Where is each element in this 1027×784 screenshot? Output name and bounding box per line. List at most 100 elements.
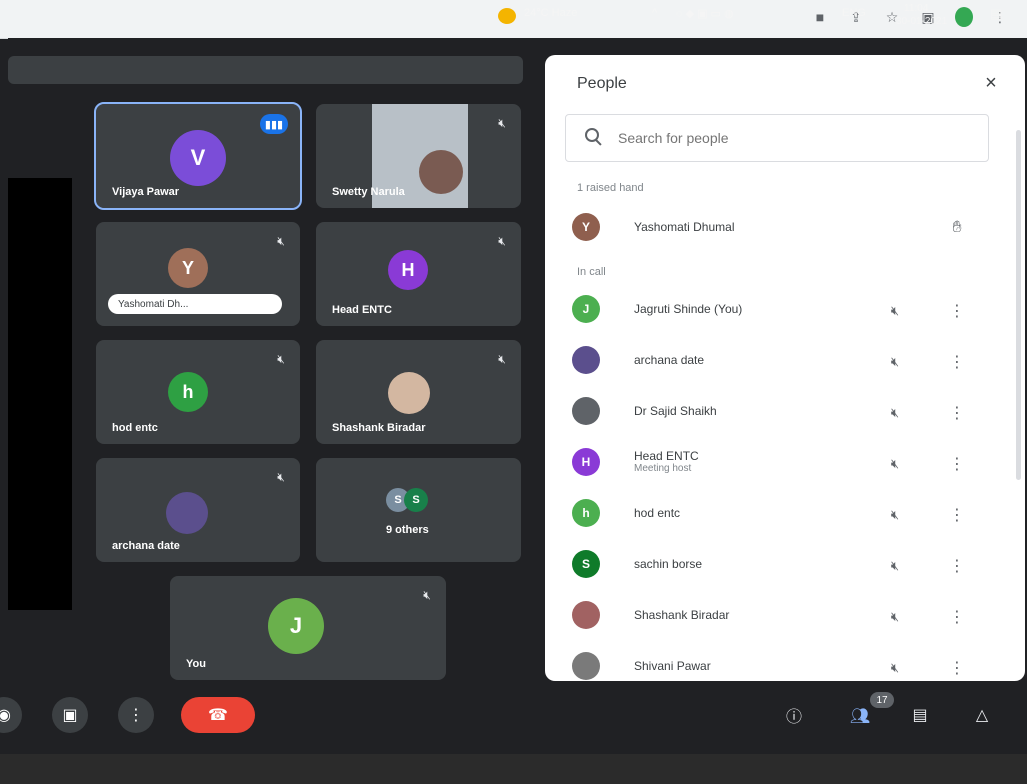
participant-role: Meeting host bbox=[634, 463, 692, 474]
raised-hand-name: Yashomati Dh... bbox=[108, 294, 282, 314]
participant-name: Shashank Biradar bbox=[332, 422, 426, 434]
more-options-icon[interactable]: ⋮ bbox=[949, 504, 965, 526]
activities-icon[interactable]: △ bbox=[970, 705, 994, 725]
participant-name: hod entc bbox=[112, 422, 158, 434]
people-count-badge: 17 bbox=[870, 692, 894, 708]
participant-row[interactable]: H Head ENTC Meeting host 🔇︎ ⋮ bbox=[569, 438, 1009, 490]
self-avatar: J bbox=[268, 598, 324, 654]
mic-off-icon: 🔇︎ bbox=[890, 456, 900, 471]
more-options-icon[interactable]: ⋮ bbox=[949, 351, 965, 373]
mic-off-icon: 🔇︎ bbox=[890, 507, 900, 522]
participant-row[interactable]: Y Yashomati Dhumal ✋︎ bbox=[569, 203, 1009, 255]
self-name: You bbox=[186, 658, 206, 670]
participant-row[interactable]: J Jagruti Shinde (You) 🔇︎ ⋮ bbox=[569, 285, 1009, 337]
language-indicator[interactable]: ENG bbox=[842, 7, 866, 19]
raised-hand-label: 1 raised hand bbox=[577, 182, 644, 194]
panel-title: People bbox=[577, 75, 627, 92]
more-options-icon[interactable]: ⋮ bbox=[949, 453, 965, 475]
participant-name: Yashomati Dhumal bbox=[634, 220, 735, 234]
participant-tile[interactable]: 🔇︎ archana date bbox=[96, 458, 300, 562]
participant-avatar: h bbox=[168, 372, 208, 412]
mic-off-icon: 🔇︎ bbox=[277, 351, 285, 366]
participant-avatar bbox=[572, 346, 600, 374]
system-tray-icons: ◌ ◆ ▣ ▭ ◍ bbox=[676, 8, 734, 20]
participant-name: Swetty Narula bbox=[332, 186, 405, 198]
participant-avatar bbox=[572, 397, 600, 425]
participant-name: hod entc bbox=[634, 506, 681, 520]
more-options-button[interactable]: ⋮ bbox=[118, 697, 154, 733]
participant-row[interactable]: Shashank Biradar 🔇︎ ⋮ bbox=[569, 591, 1009, 643]
participant-name: sachin borse bbox=[634, 557, 703, 571]
participant-name: Vijaya Pawar bbox=[112, 186, 180, 198]
profile-icon[interactable] bbox=[955, 7, 973, 27]
participant-tile[interactable]: 🔇︎ Swetty Narula bbox=[316, 104, 521, 208]
camera-icon[interactable]: ■ bbox=[811, 8, 829, 26]
participant-row[interactable]: Shivani Pawar 🔇︎ ⋮ bbox=[569, 642, 1009, 681]
participant-avatar bbox=[572, 652, 600, 680]
presentation-view bbox=[8, 178, 72, 610]
taskbar bbox=[0, 754, 1027, 784]
more-options-icon[interactable]: ⋮ bbox=[949, 555, 965, 577]
mic-off-icon: 🔇︎ bbox=[498, 115, 506, 130]
more-options-icon[interactable]: ⋮ bbox=[949, 402, 965, 424]
participant-avatar: h bbox=[572, 499, 600, 527]
participant-avatar: H bbox=[388, 250, 428, 290]
notifications-icon[interactable]: ▤ bbox=[990, 6, 1002, 22]
participant-name: Shivani Pawar bbox=[634, 659, 711, 673]
mic-off-icon: 🔇︎ bbox=[890, 405, 900, 420]
participant-avatar: V bbox=[170, 130, 226, 186]
more-options-icon[interactable]: ⋮ bbox=[949, 606, 965, 628]
participant-tile[interactable]: H 🔇︎ Head ENTC bbox=[316, 222, 521, 326]
info-icon[interactable]: ⓘ bbox=[784, 705, 804, 726]
profile-avatar bbox=[955, 7, 973, 27]
participant-name: Jagruti Shinde (You) bbox=[634, 302, 743, 316]
chat-icon[interactable]: ▤ bbox=[908, 705, 932, 725]
others-tile[interactable]: S S 9 others bbox=[316, 458, 521, 562]
participant-row[interactable]: Dr Sajid Shaikh 🔇︎ ⋮ bbox=[569, 387, 1009, 439]
leave-call-button[interactable]: ☎ bbox=[181, 697, 255, 733]
participant-tile[interactable]: V ▮▮▮ Vijaya Pawar bbox=[94, 102, 302, 210]
participant-name: Shashank Biradar bbox=[634, 608, 730, 622]
participant-name: archana date bbox=[634, 353, 705, 367]
participant-row[interactable]: h hod entc 🔇︎ ⋮ bbox=[569, 489, 1009, 541]
search-input[interactable] bbox=[616, 129, 960, 147]
participant-name: Dr Sajid Shaikh bbox=[634, 404, 717, 418]
top-strip bbox=[8, 56, 523, 84]
weather-icon bbox=[498, 8, 516, 24]
people-icon[interactable]: 👥︎ bbox=[848, 706, 872, 726]
self-tile[interactable]: J 🔇︎ You bbox=[170, 576, 446, 680]
mic-off-icon: 🔇︎ bbox=[277, 469, 285, 484]
mic-off-icon: 🔇︎ bbox=[890, 558, 900, 573]
participant-name: archana date bbox=[112, 540, 180, 552]
participant-tile[interactable]: h 🔇︎ hod entc bbox=[96, 340, 300, 444]
in-call-label: In call bbox=[577, 266, 606, 278]
search-icon bbox=[584, 127, 606, 149]
participant-name: Head ENTC bbox=[332, 304, 392, 316]
participant-photo bbox=[166, 492, 208, 534]
participant-row[interactable]: S sachin borse 🔇︎ ⋮ bbox=[569, 540, 1009, 592]
close-icon[interactable]: × bbox=[979, 71, 1003, 95]
participant-avatar: S bbox=[572, 550, 600, 578]
more-options-icon[interactable]: ⋮ bbox=[949, 300, 965, 322]
clock-date: 30-01-2021 bbox=[896, 16, 948, 27]
people-panel: People × 1 raised hand Y Yashomati Dhuma… bbox=[545, 55, 1025, 681]
raised-hand-icon[interactable]: ✋︎ bbox=[946, 217, 968, 239]
search-box[interactable] bbox=[565, 114, 989, 162]
present-button[interactable]: ▣ bbox=[52, 697, 88, 733]
speaking-icon: ▮▮▮ bbox=[260, 114, 288, 134]
participant-row[interactable]: archana date 🔇︎ ⋮ bbox=[569, 336, 1009, 388]
participant-tile[interactable]: Y 🔇︎ Yashomati Dh... bbox=[96, 222, 300, 326]
chevron-up-icon[interactable]: ^ bbox=[652, 7, 657, 19]
mic-off-icon: 🔇︎ bbox=[890, 660, 900, 675]
others-avatar: S bbox=[404, 488, 428, 512]
scrollbar[interactable] bbox=[1016, 130, 1021, 480]
mic-off-icon: 🔇︎ bbox=[890, 354, 900, 369]
mic-off-icon: 🔇︎ bbox=[498, 233, 506, 248]
mic-off-icon: 🔇︎ bbox=[890, 303, 900, 318]
participant-tile[interactable]: 🔇︎ Shashank Biradar bbox=[316, 340, 521, 444]
participant-avatar: Y bbox=[572, 213, 600, 241]
mic-off-icon: 🔇︎ bbox=[423, 587, 431, 602]
participant-avatar: H bbox=[572, 448, 600, 476]
more-options-icon[interactable]: ⋮ bbox=[949, 657, 965, 679]
participant-avatar: Y bbox=[168, 248, 208, 288]
